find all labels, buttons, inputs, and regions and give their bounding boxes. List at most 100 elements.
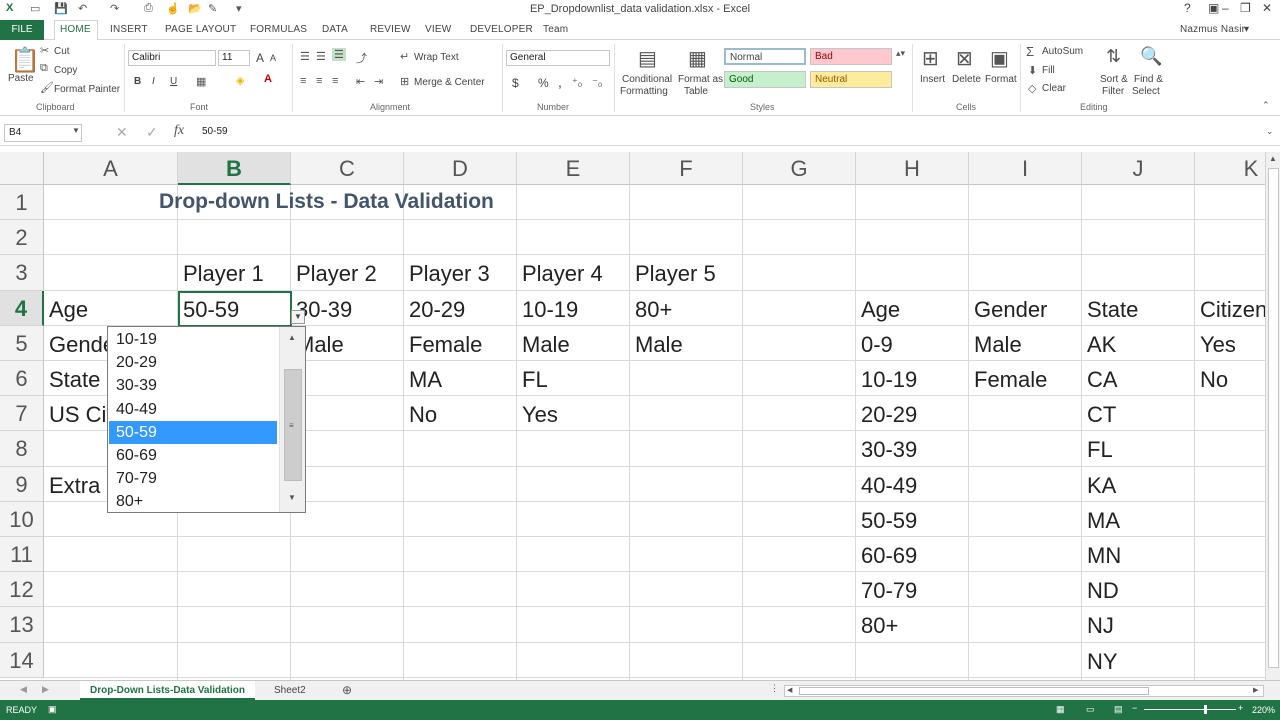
format-as-table-button[interactable]: Format as: [678, 74, 723, 85]
autosum-icon[interactable]: Σ: [1026, 44, 1034, 59]
cell-b3[interactable]: Player 1: [179, 257, 264, 292]
sheet-tab-sheet2[interactable]: Sheet2: [264, 681, 316, 700]
add-sheet-icon[interactable]: ⊕: [342, 683, 352, 697]
format-painter-icon[interactable]: 🖌: [40, 81, 54, 94]
font-size-select[interactable]: 11: [218, 50, 250, 66]
dropdown-option[interactable]: 50-59: [109, 420, 277, 444]
align-bottom-icon[interactable]: ☰: [332, 48, 346, 61]
column-header-j[interactable]: J: [1082, 152, 1195, 185]
tab-file[interactable]: FILE: [0, 20, 44, 40]
cell-j6[interactable]: CA: [1083, 363, 1118, 398]
font-name-select[interactable]: Calibri: [128, 50, 216, 66]
row-header-7[interactable]: 7: [0, 396, 44, 432]
clear-button[interactable]: Clear: [1042, 83, 1066, 94]
row-header-12[interactable]: 12: [0, 572, 44, 608]
restore-button[interactable]: ❐: [1240, 1, 1251, 15]
cell-e6[interactable]: FL: [518, 363, 548, 398]
cell-h8[interactable]: 30-39: [857, 433, 917, 468]
cell-d7[interactable]: No: [405, 398, 437, 433]
normal-view-icon[interactable]: ▦: [1056, 704, 1065, 715]
active-cell-b4[interactable]: [178, 291, 292, 327]
column-header-c[interactable]: C: [291, 152, 404, 185]
orientation-icon[interactable]: ⤴: [356, 50, 367, 66]
tab-page-layout[interactable]: PAGE LAYOUT: [165, 24, 236, 35]
style-neutral[interactable]: Neutral: [810, 71, 892, 88]
row-header-1[interactable]: 1: [0, 185, 44, 221]
cell-h12[interactable]: 70-79: [857, 574, 917, 609]
zoom-in-icon[interactable]: +: [1238, 703, 1243, 713]
minimize-button[interactable]: –: [1222, 1, 1229, 15]
cell-f3[interactable]: Player 5: [631, 257, 716, 292]
collapse-ribbon-icon[interactable]: ⌃: [1262, 100, 1270, 111]
dropdown-option[interactable]: 30-39: [109, 374, 277, 397]
tab-insert[interactable]: INSERT: [110, 24, 148, 35]
dropdown-option[interactable]: 60-69: [109, 444, 277, 467]
cell-k6[interactable]: No: [1196, 363, 1228, 398]
ribbon-display-icon[interactable]: ▣: [1208, 1, 1219, 15]
vertical-scrollbar[interactable]: ▲: [1265, 152, 1280, 680]
close-button[interactable]: ✕: [1262, 1, 1272, 15]
row-header-9[interactable]: 9: [0, 466, 44, 502]
clear-icon[interactable]: ◇: [1028, 82, 1036, 95]
column-header-a[interactable]: A: [44, 152, 178, 185]
paste-button[interactable]: Paste: [8, 73, 34, 84]
cell-j11[interactable]: MN: [1083, 539, 1121, 574]
align-top-icon[interactable]: ☰: [300, 50, 310, 63]
style-bad[interactable]: Bad: [810, 48, 892, 65]
prev-sheet-icon[interactable]: ◀: [20, 684, 27, 695]
row-header-3[interactable]: 3: [0, 255, 44, 291]
hscroll-right-icon[interactable]: ▶: [1253, 686, 1258, 694]
page-break-view-icon[interactable]: ▤: [1114, 704, 1123, 715]
cell-a6[interactable]: State: [45, 363, 100, 398]
border-icon[interactable]: ▦: [196, 75, 206, 88]
fill-color-icon[interactable]: ◈: [236, 74, 244, 87]
column-header-h[interactable]: H: [856, 152, 969, 185]
increase-indent-icon[interactable]: ⇥: [374, 75, 383, 88]
row-header-2[interactable]: 2: [0, 220, 44, 256]
row-header-10[interactable]: 10: [0, 501, 44, 537]
cell-j8[interactable]: FL: [1083, 433, 1113, 468]
format-cells-button[interactable]: Format: [985, 74, 1017, 85]
name-box-dropdown-icon[interactable]: ▼: [72, 126, 80, 135]
user-dropdown-icon[interactable]: ▾: [1244, 24, 1249, 35]
help-icon[interactable]: ?: [1184, 1, 1191, 15]
cell-h13[interactable]: 80+: [857, 609, 898, 644]
conditional-formatting-label2[interactable]: Formatting: [620, 86, 668, 97]
align-center-icon[interactable]: ≡: [316, 75, 322, 87]
dropdown-arrow-button[interactable]: ▼: [291, 310, 305, 324]
page-layout-view-icon[interactable]: ▭: [1086, 704, 1095, 715]
format-cells-icon[interactable]: ▣: [990, 46, 1009, 71]
cell-a7[interactable]: US Cit: [45, 398, 113, 433]
italic-button[interactable]: I: [152, 76, 155, 87]
cell-h6[interactable]: 10-19: [857, 363, 917, 398]
insert-function-icon[interactable]: fx: [174, 123, 184, 139]
bold-button[interactable]: B: [134, 76, 141, 87]
conditional-formatting-button[interactable]: Conditional: [622, 74, 672, 85]
cell-e5[interactable]: Male: [518, 328, 570, 363]
zoom-out-icon[interactable]: −: [1132, 703, 1137, 713]
cell-d4[interactable]: 20-29: [405, 293, 465, 328]
next-sheet-icon[interactable]: ▶: [42, 684, 49, 695]
row-header-6[interactable]: 6: [0, 361, 44, 397]
cell-a4[interactable]: Age: [45, 293, 88, 328]
cell-a9[interactable]: Extra: [45, 469, 100, 504]
styles-more-icon[interactable]: ▴▾: [896, 48, 905, 59]
scroll-up-icon[interactable]: ▲: [288, 333, 296, 342]
cell-j7[interactable]: CT: [1083, 398, 1116, 433]
merge-center-button[interactable]: Merge & Center: [414, 77, 485, 88]
cell-h11[interactable]: 60-69: [857, 539, 917, 574]
cell-j13[interactable]: NJ: [1083, 609, 1114, 644]
wrap-text-button[interactable]: Wrap Text: [414, 52, 459, 63]
row-header-4[interactable]: 4: [0, 290, 44, 326]
row-header-8[interactable]: 8: [0, 431, 44, 467]
scroll-down-icon[interactable]: ▼: [288, 493, 296, 502]
align-left-icon[interactable]: ≡: [300, 75, 306, 87]
cut-icon[interactable]: ✂: [40, 44, 49, 57]
format-as-table-label2[interactable]: Table: [684, 86, 708, 97]
cell-k5[interactable]: Yes: [1196, 328, 1236, 363]
cell-j10[interactable]: MA: [1083, 504, 1120, 539]
copy-icon[interactable]: ⧉: [40, 62, 48, 75]
name-box[interactable]: B4: [4, 124, 82, 142]
sort-filter-label2[interactable]: Filter: [1102, 86, 1124, 97]
percent-button[interactable]: %: [538, 76, 549, 90]
